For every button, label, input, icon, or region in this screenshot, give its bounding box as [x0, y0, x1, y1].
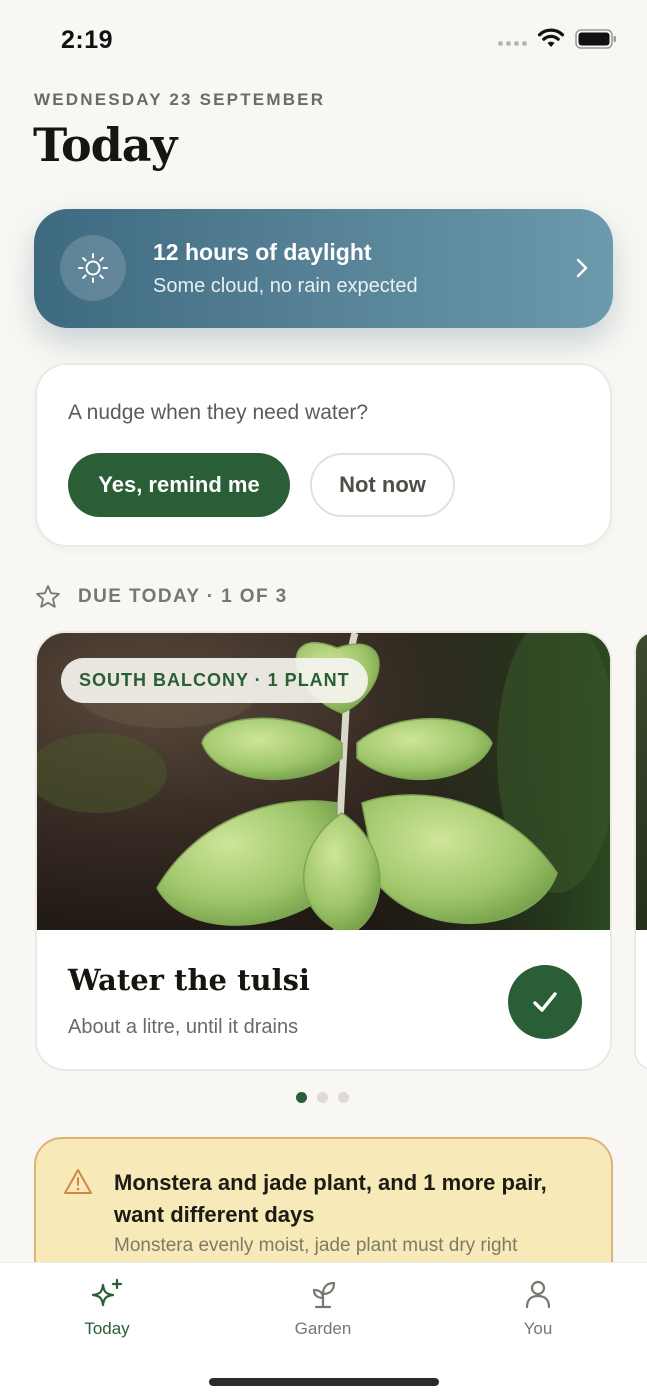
tab-garden[interactable]: Garden: [268, 1277, 378, 1339]
weather-card[interactable]: 12 hours of daylight Some cloud, no rain…: [34, 209, 613, 328]
location-badge: SOUTH BALCONY · 1 PLANT: [61, 658, 368, 703]
warning-icon: [64, 1169, 92, 1194]
tab-today-label: Today: [84, 1319, 130, 1338]
battery-icon: [575, 29, 616, 49]
tab-you[interactable]: You: [483, 1277, 593, 1339]
tab-today[interactable]: Today: [52, 1277, 162, 1339]
date-label: WEDNESDAY 23 SEPTEMBER: [34, 90, 326, 109]
person-icon: [525, 1280, 551, 1309]
page-dot[interactable]: [338, 1092, 349, 1103]
reminder-prompt-card: A nudge when they need water? Yes, remin…: [35, 363, 612, 547]
signal-icon: [498, 40, 527, 46]
star-icon: [36, 585, 60, 608]
next-plant-photo: [636, 633, 647, 930]
page-indicator: [296, 1092, 349, 1103]
not-now-button[interactable]: Not now: [310, 453, 455, 517]
due-today-label: DUE TODAY · 1 OF 3: [78, 586, 288, 607]
home-indicator[interactable]: [209, 1378, 439, 1386]
wifi-icon: [537, 28, 565, 47]
status-time: 2:19: [61, 26, 114, 54]
weather-subtitle: Some cloud, no rain expected: [153, 275, 418, 297]
weather-title: 12 hours of daylight: [153, 239, 372, 265]
remind-me-button[interactable]: Yes, remind me: [68, 453, 290, 517]
tab-bar: Today Garden You: [0, 1262, 647, 1400]
page-title: Today: [33, 118, 177, 172]
task-subtitle: About a litre, until it drains: [68, 1016, 299, 1038]
tab-you-label: You: [523, 1319, 553, 1338]
sparkle-icon: [91, 1278, 123, 1307]
next-task-card[interactable]: [634, 631, 647, 1071]
due-today-header: DUE TODAY · 1 OF 3: [34, 583, 288, 611]
task-card[interactable]: SOUTH BALCONY · 1 PLANT Water the tulsi …: [35, 631, 612, 1071]
conflict-title: Monstera and jade plant, and 1 more pair…: [114, 1170, 547, 1227]
page-dot[interactable]: [296, 1092, 307, 1103]
page-dot[interactable]: [317, 1092, 328, 1103]
tab-garden-label: Garden: [294, 1319, 352, 1338]
plant-photo: SOUTH BALCONY · 1 PLANT: [37, 633, 610, 930]
task-title: Water the tulsi: [68, 963, 310, 997]
status-icons: [498, 28, 617, 50]
chevron-right-icon: [576, 258, 588, 278]
reminder-question: A nudge when they need water?: [68, 401, 369, 424]
status-bar: 2:19: [0, 0, 647, 84]
conflict-subtitle: Monstera evenly moist, jade plant must d…: [114, 1235, 518, 1256]
mark-done-button[interactable]: [508, 965, 582, 1039]
sun-icon: [60, 235, 126, 301]
sprout-icon: [312, 1281, 336, 1309]
check-icon: [533, 992, 557, 1012]
